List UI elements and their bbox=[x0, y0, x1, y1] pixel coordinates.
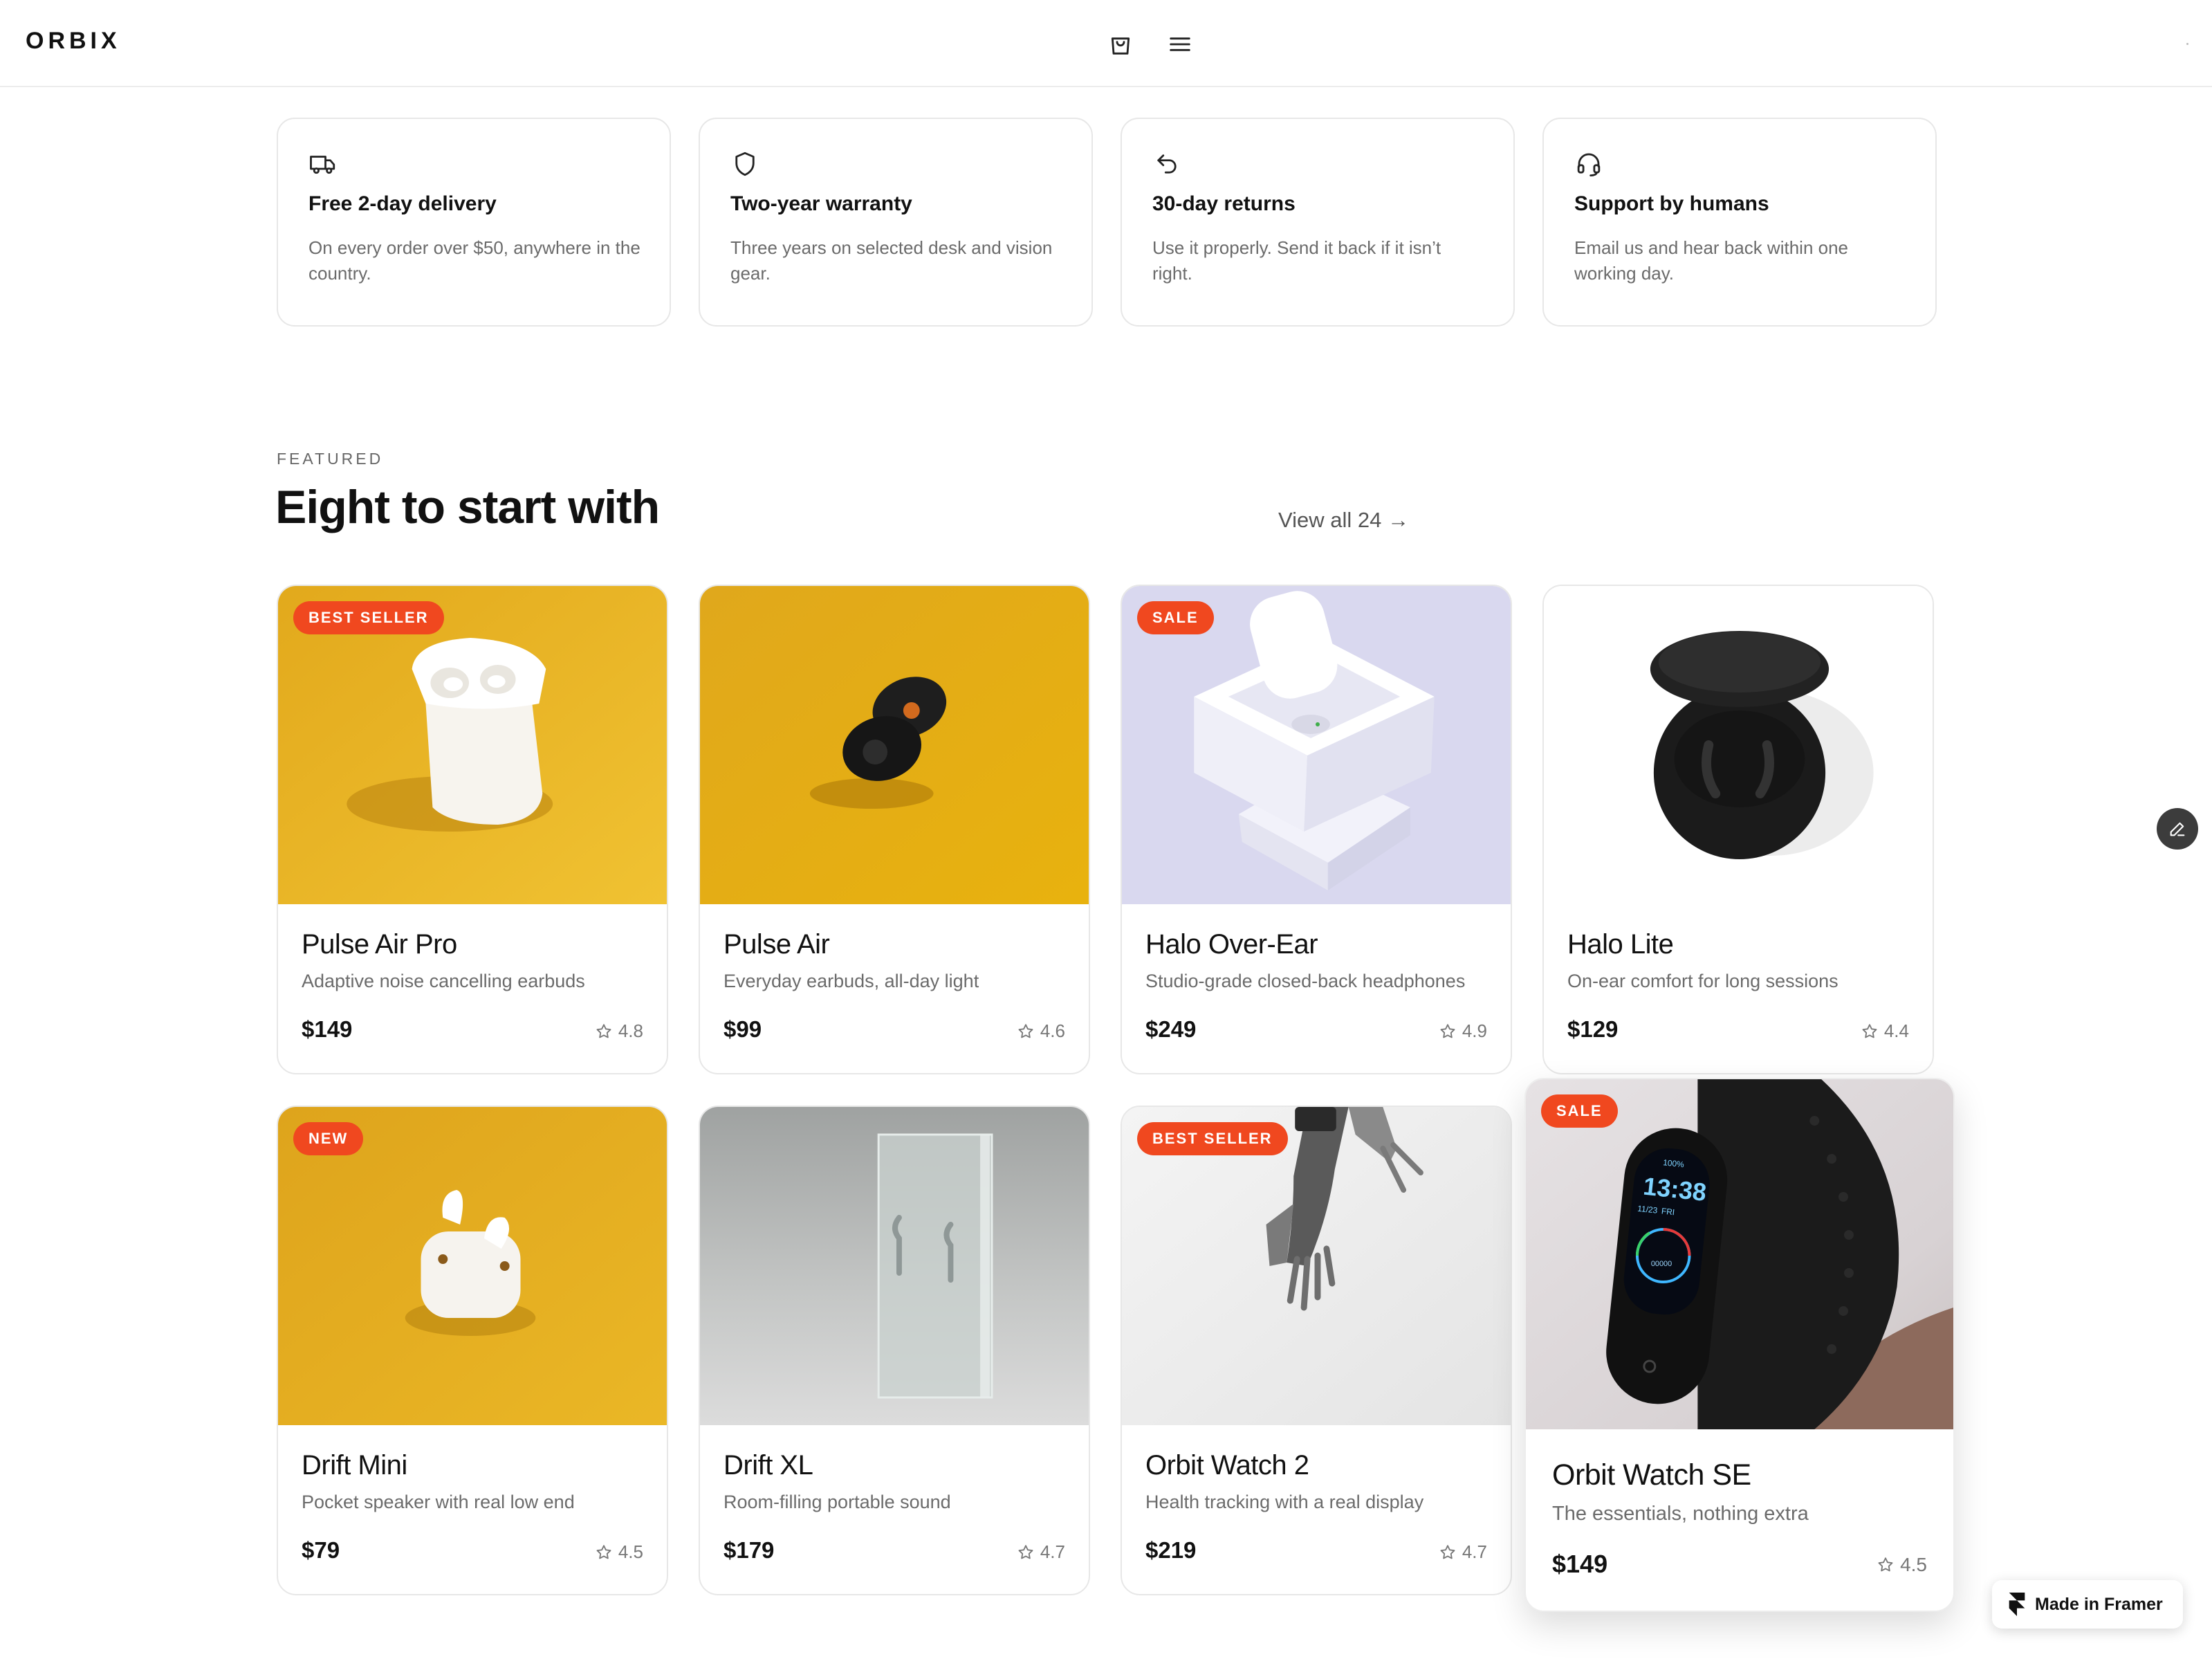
product-image-black-earbuds bbox=[700, 586, 1089, 904]
product-rating: 4.5 bbox=[595, 1541, 643, 1563]
rating-value: 4.7 bbox=[1462, 1541, 1487, 1562]
feature-card-delivery: Free 2-day delivery On every order over … bbox=[277, 118, 671, 327]
return-arrow-icon bbox=[1152, 149, 1181, 178]
product-rating: 4.5 bbox=[1877, 1554, 1927, 1576]
rating-value: 4.7 bbox=[1040, 1541, 1065, 1562]
product-price: $249 bbox=[1145, 1016, 1197, 1042]
top-navigation-bar: ORBIX bbox=[0, 0, 2212, 87]
rating-value: 4.9 bbox=[1462, 1020, 1487, 1041]
feature-description: Use it properly. Send it back if it isn’… bbox=[1152, 237, 1441, 284]
shield-icon bbox=[730, 149, 759, 178]
star-icon bbox=[1440, 1544, 1455, 1559]
product-rating: 4.7 bbox=[1439, 1541, 1487, 1563]
product-card-drift-xl[interactable]: Drift XL Room-filling portable sound $17… bbox=[699, 1106, 1090, 1595]
product-card-orbit-watch-se[interactable]: 13:38 100% 11/23 FRI 00000 SALE Orbit Wa… bbox=[1524, 1078, 1955, 1612]
section-title: Eight to start with bbox=[275, 481, 660, 533]
product-image-glass-block bbox=[700, 1107, 1089, 1425]
section-eyebrow: FEATURED bbox=[277, 450, 384, 468]
product-badge: BEST SELLER bbox=[293, 601, 444, 634]
made-in-framer-badge[interactable]: Made in Framer bbox=[1992, 1580, 2183, 1629]
star-icon bbox=[1018, 1023, 1033, 1038]
truck-icon bbox=[308, 149, 338, 178]
headset-icon bbox=[1574, 149, 1603, 178]
product-card-halo-lite[interactable]: Halo Lite On-ear comfort for long sessio… bbox=[1542, 585, 1934, 1074]
star-icon bbox=[1018, 1544, 1033, 1559]
product-price: $219 bbox=[1145, 1537, 1197, 1563]
product-description: Studio-grade closed-back headphones bbox=[1145, 971, 1466, 991]
product-rating: 4.7 bbox=[1017, 1541, 1065, 1563]
rating-value: 4.4 bbox=[1883, 1020, 1909, 1041]
star-icon bbox=[1862, 1023, 1877, 1038]
feature-description: Email us and hear back within one workin… bbox=[1574, 237, 1849, 284]
product-name: Halo Over-Ear bbox=[1145, 929, 1318, 960]
framer-badge-label: Made in Framer bbox=[2035, 1594, 2163, 1614]
feature-card-warranty: Two-year warranty Three years on selecte… bbox=[699, 118, 1093, 327]
feature-description: On every order over $50, anywhere in the… bbox=[308, 237, 640, 284]
product-description: Pocket speaker with real low end bbox=[302, 1492, 575, 1512]
product-rating: 4.6 bbox=[1017, 1020, 1065, 1042]
product-name: Orbit Watch 2 bbox=[1145, 1450, 1309, 1481]
feature-title: Support by humans bbox=[1574, 192, 1769, 215]
rating-value: 4.5 bbox=[618, 1541, 643, 1562]
product-price: $149 bbox=[1552, 1550, 1608, 1578]
product-name: Pulse Air Pro bbox=[302, 929, 457, 960]
watch-day: FRI bbox=[1661, 1206, 1675, 1217]
star-icon bbox=[1440, 1023, 1455, 1038]
product-badge: SALE bbox=[1137, 601, 1214, 634]
product-card-halo-over-ear[interactable]: SALE Halo Over-Ear Studio-grade closed-b… bbox=[1121, 585, 1512, 1074]
product-rating: 4.9 bbox=[1439, 1020, 1487, 1042]
product-image-black-earbud-case bbox=[1544, 586, 1933, 904]
product-name: Pulse Air bbox=[723, 929, 830, 960]
view-all-link[interactable]: View all 24 → bbox=[1278, 508, 1409, 533]
product-card-pulse-air[interactable]: Pulse Air Everyday earbuds, all-day ligh… bbox=[699, 585, 1090, 1074]
menu-icon[interactable] bbox=[1166, 30, 1194, 58]
star-icon bbox=[596, 1544, 611, 1559]
product-description: Health tracking with a real display bbox=[1145, 1492, 1424, 1512]
product-rating: 4.8 bbox=[595, 1020, 643, 1042]
status-dot bbox=[2186, 43, 2188, 45]
product-description: Adaptive noise cancelling earbuds bbox=[302, 971, 585, 991]
product-image-fitness-band: 13:38 100% 11/23 FRI 00000 bbox=[1526, 1079, 1953, 1429]
star-icon bbox=[1878, 1557, 1893, 1572]
product-badge: SALE bbox=[1541, 1094, 1618, 1128]
product-description: Room-filling portable sound bbox=[723, 1492, 951, 1512]
product-price: $179 bbox=[723, 1537, 775, 1563]
product-name: Orbit Watch SE bbox=[1552, 1458, 1751, 1492]
feature-card-returns: 30-day returns Use it properly. Send it … bbox=[1121, 118, 1515, 327]
product-card-drift-mini[interactable]: NEW Drift Mini Pocket speaker with real … bbox=[277, 1106, 668, 1595]
product-price: $129 bbox=[1567, 1016, 1619, 1042]
product-price: $149 bbox=[302, 1016, 353, 1042]
product-badge: BEST SELLER bbox=[1137, 1122, 1288, 1155]
product-card-orbit-watch-2[interactable]: BEST SELLER Orbit Watch 2 Health trackin… bbox=[1121, 1106, 1512, 1595]
rating-value: 4.5 bbox=[1900, 1554, 1927, 1575]
feature-card-support: Support by humans Email us and hear back… bbox=[1542, 118, 1937, 327]
product-name: Drift XL bbox=[723, 1450, 813, 1481]
product-price: $79 bbox=[302, 1537, 340, 1563]
feature-description: Three years on selected desk and vision … bbox=[730, 237, 1053, 284]
shopping-bag-icon[interactable] bbox=[1107, 30, 1134, 58]
feature-title: Free 2-day delivery bbox=[308, 192, 497, 215]
product-description: On-ear comfort for long sessions bbox=[1567, 971, 1838, 991]
product-card-pulse-air-pro[interactable]: BEST SELLER Pulse Air Pro Adaptive noise… bbox=[277, 585, 668, 1074]
rating-value: 4.8 bbox=[618, 1020, 643, 1041]
feature-title: 30-day returns bbox=[1152, 192, 1296, 215]
product-description: Everyday earbuds, all-day light bbox=[723, 971, 979, 991]
product-badge: NEW bbox=[293, 1122, 364, 1155]
edit-button[interactable] bbox=[2157, 808, 2198, 850]
product-name: Halo Lite bbox=[1567, 929, 1674, 960]
product-description: The essentials, nothing extra bbox=[1552, 1503, 1809, 1525]
watch-steps: 00000 bbox=[1651, 1260, 1672, 1268]
product-name: Drift Mini bbox=[302, 1450, 407, 1481]
feature-title: Two-year warranty bbox=[730, 192, 912, 215]
rating-value: 4.6 bbox=[1040, 1020, 1065, 1041]
product-rating: 4.4 bbox=[1861, 1020, 1909, 1042]
pencil-icon bbox=[2170, 822, 2185, 836]
framer-logo-icon bbox=[2009, 1593, 2025, 1616]
star-icon bbox=[596, 1023, 611, 1038]
logo[interactable]: ORBIX bbox=[26, 28, 121, 55]
product-price: $99 bbox=[723, 1016, 762, 1042]
